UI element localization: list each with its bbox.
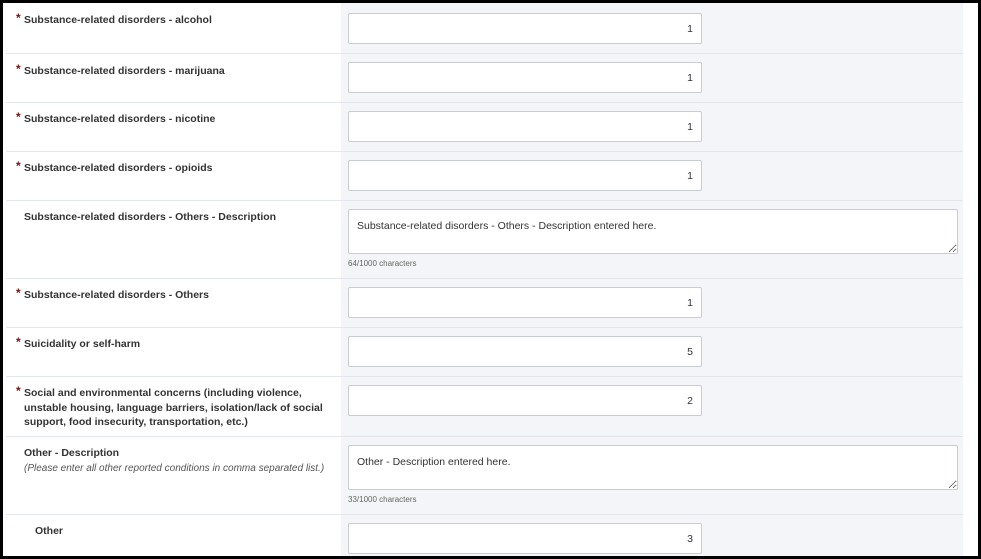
form-row-substance-others-description: Substance-related disorders - Others - D…: [6, 201, 963, 279]
input-cell: [341, 377, 963, 436]
label-cell: Substance-related disorders - Others - D…: [6, 201, 341, 278]
marijuana-input[interactable]: [348, 62, 702, 93]
substance-others-input[interactable]: [348, 287, 702, 318]
form-row-marijuana: * Substance-related disorders - marijuana: [6, 54, 963, 103]
field-label-suicidality: * Suicidality or self-harm: [16, 335, 141, 350]
input-cell: [341, 3, 963, 53]
other-description-textarea[interactable]: Other - Description entered here.: [348, 445, 958, 490]
form-row-other: Other: [6, 515, 963, 556]
required-marker: *: [16, 384, 21, 398]
label-cell: * Substance-related disorders - nicotine: [6, 103, 341, 151]
form-row-alcohol: * Substance-related disorders - alcohol: [6, 3, 963, 54]
conditions-form: *Substance-related disorders - alcohol *…: [3, 3, 963, 556]
field-label-nicotine: * Substance-related disorders - nicotine: [16, 110, 216, 125]
input-cell: [341, 515, 963, 556]
field-label-marijuana: * Substance-related disorders - marijuana: [16, 62, 225, 77]
input-cell: [341, 328, 963, 376]
input-cell: [341, 279, 963, 327]
form-row-opioids: * Substance-related disorders - opioids: [6, 152, 963, 201]
label-cell: * Suicidality or self-harm: [6, 328, 341, 376]
social-environmental-input[interactable]: [348, 385, 702, 416]
label-cell: * Substance-related disorders - opioids: [6, 152, 341, 200]
input-cell: Substance-related disorders - Others - D…: [341, 201, 963, 278]
label-cell: * Substance-related disorders - alcohol: [6, 3, 341, 53]
character-counter: 33/1000 characters: [348, 495, 417, 504]
required-marker: *: [16, 62, 21, 76]
input-cell: [341, 103, 963, 151]
substance-others-description-textarea[interactable]: Substance-related disorders - Others - D…: [348, 209, 958, 254]
field-label-substance-others: * Substance-related disorders - Others: [16, 286, 209, 301]
form-row-social-environmental: * Social and environmental concerns (incl…: [6, 377, 963, 437]
required-marker: *: [16, 335, 21, 349]
form-row-nicotine: * Substance-related disorders - nicotine: [6, 103, 963, 152]
required-marker: *: [16, 286, 21, 300]
field-help-text: (Please enter all other reported conditi…: [24, 463, 325, 474]
character-counter: 64/1000 characters: [348, 259, 417, 268]
form-row-other-description: Other - Description (Please enter all ot…: [6, 437, 963, 515]
field-label-other-description: Other - Description: [24, 447, 120, 459]
required-marker: *: [16, 110, 21, 124]
suicidality-input[interactable]: [348, 336, 702, 367]
input-cell: [341, 152, 963, 200]
label-cell: * Social and environmental concerns (incl…: [6, 377, 341, 436]
field-label-social-environmental: * Social and environmental concerns (incl…: [16, 384, 323, 428]
form-row-suicidality: * Suicidality or self-harm: [6, 328, 963, 377]
label-cell: * Substance-related disorders - marijuana: [6, 54, 341, 102]
label-cell: Other: [6, 515, 341, 556]
input-cell: [341, 54, 963, 102]
field-label-substance-others-description: Substance-related disorders - Others - D…: [24, 211, 277, 223]
field-label-opioids: * Substance-related disorders - opioids: [16, 159, 213, 174]
form-row-substance-others: * Substance-related disorders - Others: [6, 279, 963, 328]
screenshot-frame: *Substance-related disorders - alcohol *…: [0, 0, 981, 559]
alcohol-input[interactable]: [348, 13, 702, 44]
opioids-input[interactable]: [348, 160, 702, 191]
label-cell: Other - Description (Please enter all ot…: [6, 437, 341, 514]
required-marker: *: [16, 159, 21, 173]
input-cell: Other - Description entered here. 33/100…: [341, 437, 963, 514]
required-marker: *: [16, 11, 21, 25]
label-cell: * Substance-related disorders - Others: [6, 279, 341, 327]
field-label-alcohol: * Substance-related disorders - alcohol: [16, 11, 212, 26]
nicotine-input[interactable]: [348, 111, 702, 142]
other-input[interactable]: [348, 523, 702, 554]
field-label-other: Other: [35, 525, 64, 537]
